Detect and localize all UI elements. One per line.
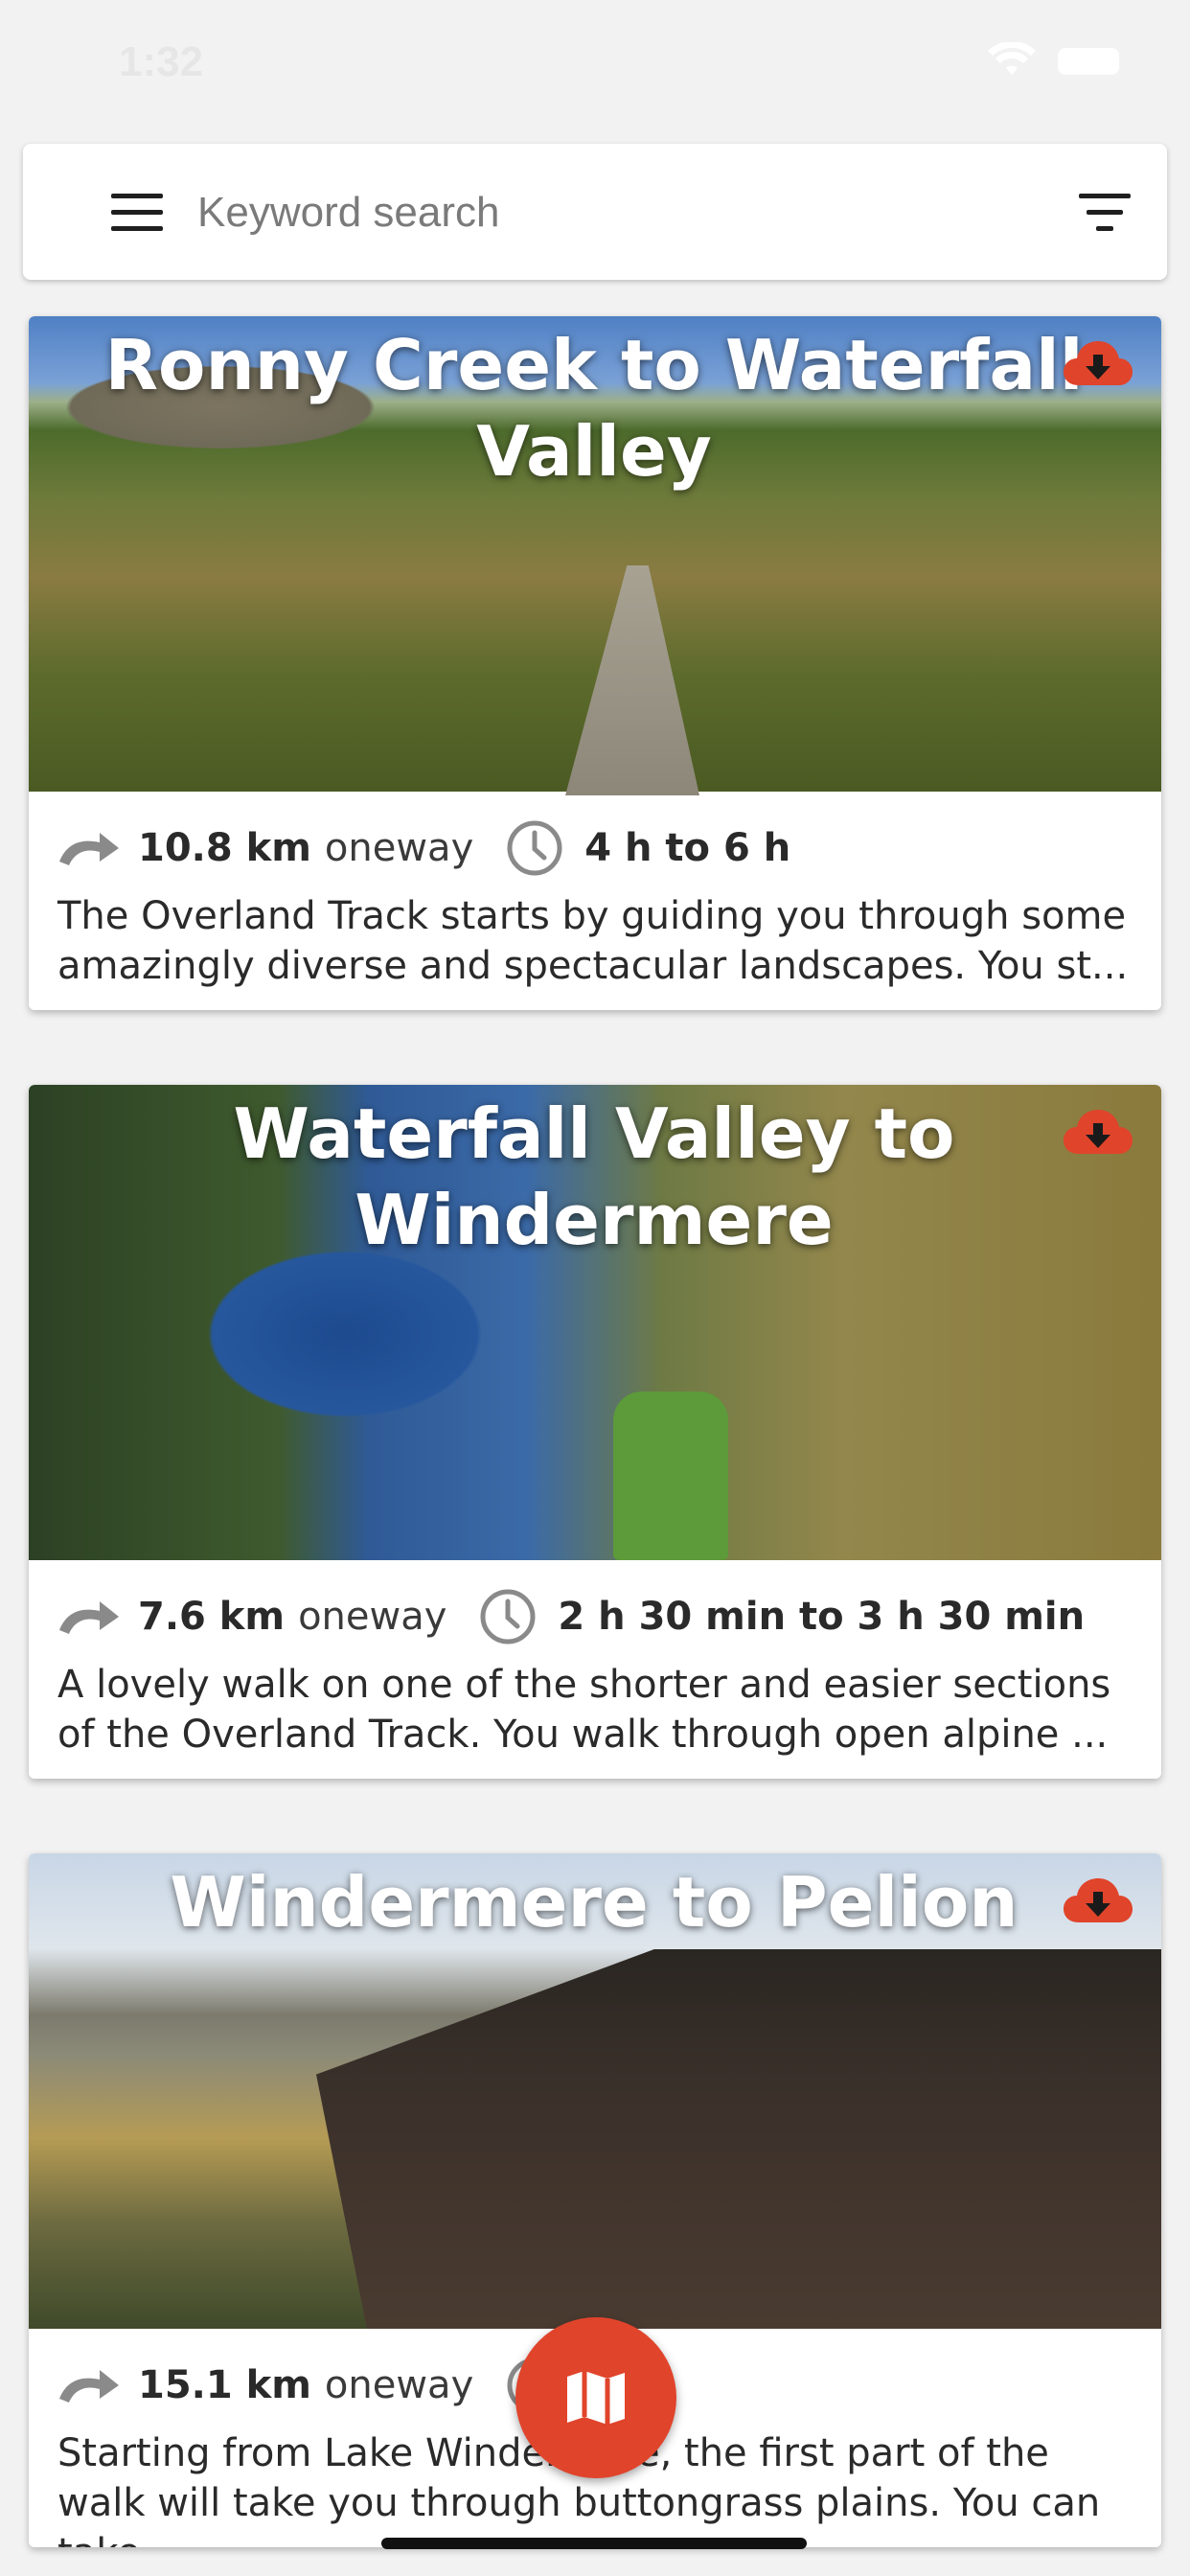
boardwalk-image-detail [565, 565, 699, 795]
wifi-icon [988, 42, 1036, 75]
walk-distance: 15.1 km [138, 2363, 311, 2407]
map-button[interactable] [515, 2317, 676, 2478]
walk-card[interactable]: Waterfall Valley to Windermere 7.6 km on… [29, 1085, 1161, 1779]
walk-info-row: 10.8 km oneway 4 h to 6 h [57, 815, 1140, 882]
search-input[interactable] [195, 178, 966, 247]
cloud-download-icon[interactable] [1062, 337, 1134, 391]
walk-direction: oneway [324, 826, 474, 870]
menu-icon[interactable] [86, 186, 188, 240]
cloud-download-icon[interactable] [1062, 1106, 1134, 1160]
battery-icon [1058, 48, 1119, 75]
search-bar [23, 144, 1167, 280]
walk-info-row: 7.6 km oneway 2 h 30 min to 3 h 30 min [57, 1583, 1140, 1650]
status-bar: 1:32 [0, 0, 1190, 126]
walk-card[interactable]: Ronny Creek to Waterfall Valley 10.8 km … [29, 316, 1161, 1010]
clock-icon [480, 1589, 536, 1644]
status-time: 1:32 [119, 38, 204, 85]
walk-title: Ronny Creek to Waterfall Valley [104, 325, 1084, 492]
hut-image-detail [316, 1949, 1161, 2329]
route-arrow-icon [59, 1601, 119, 1634]
filter-icon[interactable] [1064, 186, 1146, 240]
walk-duration: 2 h 30 min to 3 h 30 min [558, 1595, 1086, 1639]
walk-duration: 4 h to 6 h [584, 826, 791, 870]
route-arrow-icon [59, 2370, 119, 2403]
walk-direction: oneway [298, 1595, 447, 1639]
clock-icon [507, 820, 562, 876]
route-arrow-icon [59, 833, 119, 865]
walk-description: A lovely walk on one of the shorter and … [57, 1663, 1111, 1757]
walk-description: The Overland Track starts by guiding you… [57, 894, 1129, 988]
map-icon [567, 2371, 625, 2425]
walk-title: Waterfall Valley to Windermere [233, 1093, 955, 1260]
walk-direction: oneway [324, 2363, 474, 2407]
home-indicator [381, 2538, 807, 2549]
walk-distance: 7.6 km [138, 1595, 286, 1639]
hiker-image-detail [613, 1392, 728, 1560]
cloud-download-icon[interactable] [1062, 1874, 1134, 1928]
walk-distance: 10.8 km [138, 826, 311, 870]
walk-title: Windermere to Pelion [170, 1862, 1018, 1943]
